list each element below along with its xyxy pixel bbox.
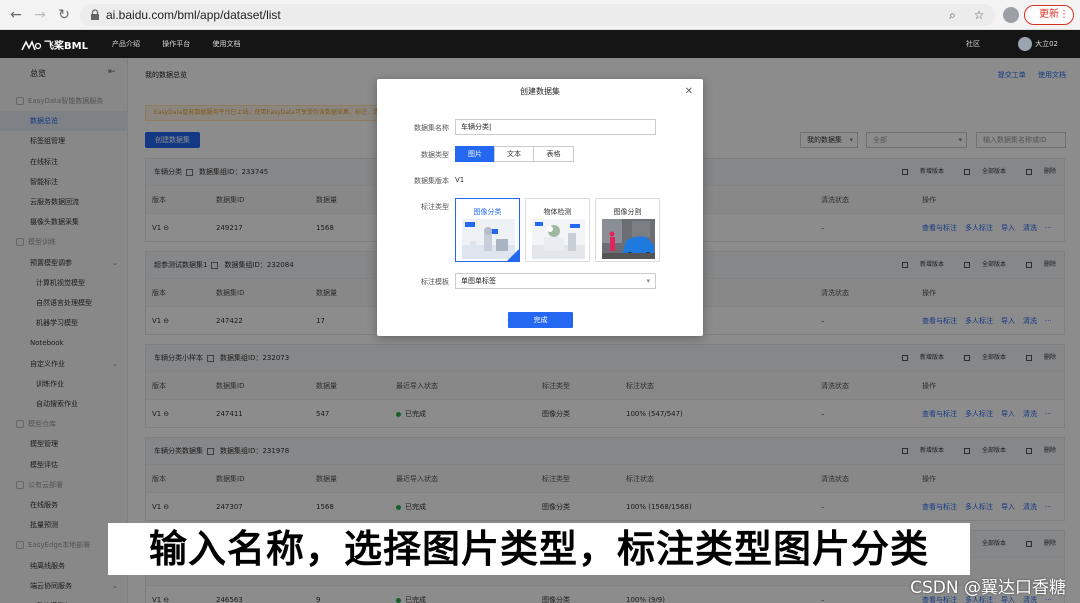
dataset-name-label: 数据集名称 xyxy=(414,124,449,132)
close-icon[interactable]: ✕ xyxy=(685,86,693,98)
data-type-text[interactable]: 文本 xyxy=(494,146,534,162)
logo[interactable]: 飞桨BML xyxy=(20,37,88,52)
logo-text: 飞桨BML xyxy=(44,41,88,52)
done-button[interactable]: 完成 xyxy=(508,312,573,328)
zoom-icon[interactable]: ⌕ xyxy=(944,7,960,23)
update-button[interactable]: 更新 ⋮ xyxy=(1024,5,1074,25)
top-nav: 产品介绍 操作平台 使用文档 xyxy=(112,39,260,49)
label-type-label: 标注类型 xyxy=(421,203,449,211)
label-type-card-title: 物体检测 xyxy=(543,208,572,216)
dataset-name-value: 车辆分类 xyxy=(461,123,489,131)
data-type-table[interactable]: 表格 xyxy=(533,146,574,162)
label-template-label: 标注模板 xyxy=(421,278,449,286)
label-type-image-segmentation[interactable]: 图像分割 xyxy=(595,198,660,262)
back-arrow-icon[interactable]: ← xyxy=(8,7,24,23)
nav-docs[interactable]: 使用文档 xyxy=(212,40,240,48)
chevron-down-icon: ▾ xyxy=(646,277,650,285)
label-type-card-title: 图像分类 xyxy=(473,208,502,216)
label-type-card-title: 图像分割 xyxy=(613,208,642,216)
community-link[interactable]: 社区 xyxy=(966,39,980,49)
watermark: CSDN @翼达口香糖 xyxy=(910,578,1066,598)
forward-arrow-icon[interactable]: → xyxy=(32,7,48,23)
label-template-value: 单图单标签 xyxy=(461,277,496,285)
label-type-image-classification[interactable]: 图像分类 xyxy=(455,198,520,262)
lock-icon xyxy=(91,9,99,20)
avatar xyxy=(1018,37,1033,51)
nav-product-intro[interactable]: 产品介绍 xyxy=(112,40,140,48)
user-name: 大立02 xyxy=(1035,40,1058,48)
label-type-object-detection[interactable]: 物体检测 xyxy=(525,198,590,262)
detection-illustration xyxy=(532,219,585,259)
bookmark-star-icon[interactable]: ☆ xyxy=(971,7,987,23)
dataset-version-label: 数据集版本 xyxy=(414,177,449,185)
reload-icon[interactable]: ↻ xyxy=(56,7,72,23)
app-header: 飞桨BML 产品介绍 操作平台 使用文档 社区 大立02 xyxy=(0,30,1080,58)
nav-platform[interactable]: 操作平台 xyxy=(162,40,190,48)
more-vert-icon: ⋮ xyxy=(1059,9,1069,20)
label-template-select[interactable]: 单图单标签 ▾ xyxy=(455,273,656,289)
data-type-image[interactable]: 图片 xyxy=(455,146,495,162)
selected-check-icon xyxy=(507,249,519,261)
dataset-version-value: V1 xyxy=(455,176,465,184)
segmentation-illustration xyxy=(602,219,655,259)
create-dataset-dialog: 创建数据集 ✕ 数据集名称 车辆分类| 数据类型 图片 文本 表格 数据集版本 … xyxy=(377,79,703,336)
dialog-title: 创建数据集 xyxy=(520,87,560,96)
url-text: ai.baidu.com/bml/app/dataset/list xyxy=(106,8,281,22)
paddle-logo-icon xyxy=(21,40,42,51)
profile-icon[interactable] xyxy=(1003,7,1019,23)
update-label: 更新 xyxy=(1039,9,1059,20)
video-subtitle: 输入名称，选择图片类型，标注类型图片分类 xyxy=(108,523,970,575)
address-bar[interactable]: ai.baidu.com/bml/app/dataset/list ⌕ ☆ xyxy=(80,4,995,26)
data-type-label: 数据类型 xyxy=(421,151,449,159)
browser-toolbar: ← → ↻ ai.baidu.com/bml/app/dataset/list … xyxy=(0,0,1080,30)
user-menu[interactable]: 大立02 xyxy=(1018,36,1058,52)
dataset-name-input[interactable]: 车辆分类| xyxy=(455,119,656,135)
